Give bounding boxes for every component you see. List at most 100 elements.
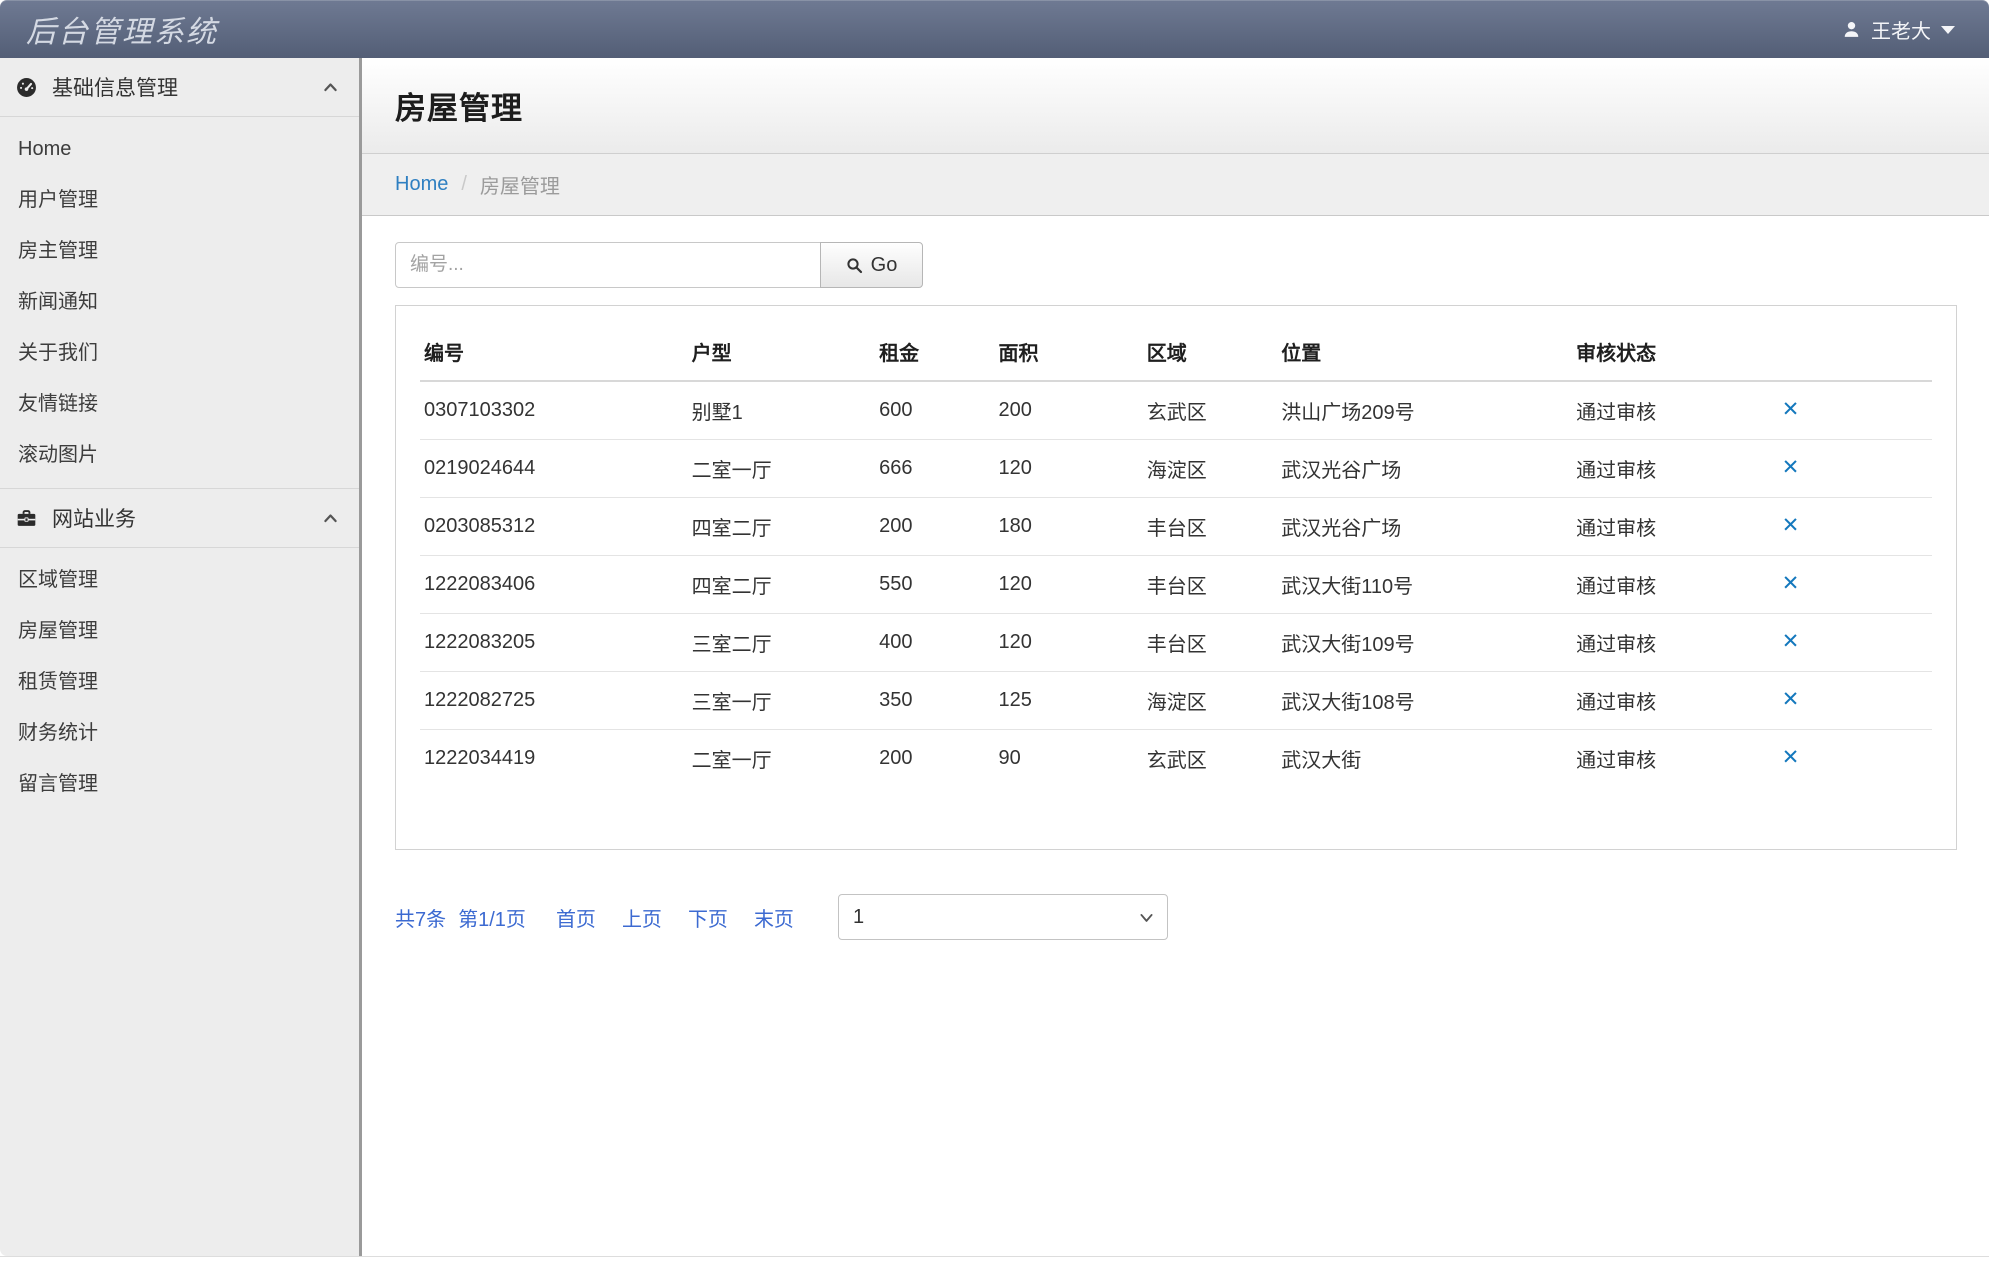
sidebar-item[interactable]: 租赁管理: [0, 657, 359, 708]
sidebar-section-label: 网站业务: [52, 503, 136, 533]
table-cell: 通过审核: [1572, 730, 1778, 788]
delete-icon[interactable]: ✕: [1782, 746, 1800, 769]
delete-icon[interactable]: ✕: [1782, 688, 1800, 711]
table-cell: 武汉光谷广场: [1277, 440, 1572, 498]
table-cell-actions: ✕: [1778, 556, 1932, 614]
table-cell: 武汉大街108号: [1277, 672, 1572, 730]
table-cell: 1222082725: [420, 672, 688, 730]
table-cell: 666: [875, 440, 994, 498]
search-go-label: Go: [871, 254, 898, 277]
table-cell: 1222083205: [420, 614, 688, 672]
breadcrumb: Home / 房屋管理: [362, 154, 1989, 216]
pagination-last-link[interactable]: 末页: [754, 903, 794, 932]
app-title: 后台管理系统: [0, 7, 218, 51]
table-cell: 二室一厅: [688, 730, 875, 788]
sidebar-item[interactable]: 房主管理: [0, 226, 359, 277]
main-content: 房屋管理 Home / 房屋管理 Go: [362, 58, 1989, 1256]
page-select-dropdown[interactable]: 1: [839, 895, 1167, 939]
delete-icon[interactable]: ✕: [1782, 630, 1800, 653]
table-cell: 0219024644: [420, 440, 688, 498]
search-input[interactable]: [395, 242, 821, 288]
delete-icon[interactable]: ✕: [1782, 572, 1800, 595]
sidebar-item[interactable]: 用户管理: [0, 175, 359, 226]
table-cell: 海淀区: [1143, 672, 1278, 730]
table-header-cell: 区域: [1143, 322, 1278, 381]
table-row: 1222034419二室一厅20090玄武区武汉大街通过审核✕: [420, 730, 1932, 788]
table-cell: 180: [995, 498, 1143, 556]
search-go-button[interactable]: Go: [820, 242, 923, 288]
table-cell: 350: [875, 672, 994, 730]
sidebar-item[interactable]: 新闻通知: [0, 277, 359, 328]
page-select: 1: [838, 894, 1168, 940]
table-header-cell: 租金: [875, 322, 994, 381]
table-cell: 二室一厅: [688, 440, 875, 498]
sidebar-item[interactable]: 友情链接: [0, 379, 359, 430]
table-cell: 200: [875, 498, 994, 556]
search-icon: [846, 257, 863, 274]
sidebar-section-header[interactable]: 基础信息管理: [0, 58, 359, 117]
sidebar-item[interactable]: 房屋管理: [0, 606, 359, 657]
table-cell: 丰台区: [1143, 498, 1278, 556]
content-area: Go 编号户型租金面积区域位置审核状态 0307103302别墅1600200玄…: [362, 216, 1989, 940]
breadcrumb-separator: /: [461, 173, 467, 196]
delete-icon[interactable]: ✕: [1782, 398, 1800, 421]
table-cell: 通过审核: [1572, 556, 1778, 614]
table-cell: 120: [995, 440, 1143, 498]
table-header-cell: 户型: [688, 322, 875, 381]
table-cell-actions: ✕: [1778, 614, 1932, 672]
table-cell: 通过审核: [1572, 381, 1778, 440]
table-header-cell: [1778, 322, 1932, 381]
table-header-row: 编号户型租金面积区域位置审核状态: [420, 322, 1932, 381]
page-header: 房屋管理: [362, 58, 1989, 154]
search-bar: Go: [395, 242, 1963, 288]
table-header-cell: 面积: [995, 322, 1143, 381]
table-cell: 通过审核: [1572, 440, 1778, 498]
sidebar-item[interactable]: 关于我们: [0, 328, 359, 379]
pagination-page-info: 第1/1页: [458, 903, 526, 932]
delete-icon[interactable]: ✕: [1782, 514, 1800, 537]
user-menu[interactable]: 王老大: [1842, 15, 1989, 44]
houses-table: 编号户型租金面积区域位置审核状态 0307103302别墅1600200玄武区洪…: [420, 322, 1932, 787]
table-row: 1222082725三室一厅350125海淀区武汉大街108号通过审核✕: [420, 672, 1932, 730]
table-cell-actions: ✕: [1778, 498, 1932, 556]
sidebar-item[interactable]: 财务统计: [0, 708, 359, 759]
table-cell: 洪山广场209号: [1277, 381, 1572, 440]
pagination-prev-link[interactable]: 上页: [622, 903, 662, 932]
table-cell: 400: [875, 614, 994, 672]
table-header-cell: 编号: [420, 322, 688, 381]
table-header-cell: 位置: [1277, 322, 1572, 381]
table-cell: 武汉大街: [1277, 730, 1572, 788]
sidebar-item[interactable]: 留言管理: [0, 759, 359, 810]
delete-icon[interactable]: ✕: [1782, 456, 1800, 479]
table-cell-actions: ✕: [1778, 672, 1932, 730]
pagination-total: 共7条: [395, 903, 446, 932]
sidebar-item[interactable]: 滚动图片: [0, 430, 359, 481]
breadcrumb-home-link[interactable]: Home: [395, 173, 448, 196]
chevron-up-icon: [322, 510, 339, 527]
pagination-first-link[interactable]: 首页: [556, 903, 596, 932]
top-navbar: 后台管理系统 王老大: [0, 0, 1989, 58]
table-cell: 通过审核: [1572, 672, 1778, 730]
table-row: 1222083205三室二厅400120丰台区武汉大街109号通过审核✕: [420, 614, 1932, 672]
table-cell: 1222083406: [420, 556, 688, 614]
chevron-up-icon: [322, 79, 339, 96]
table-cell: 海淀区: [1143, 440, 1278, 498]
app-window: 后台管理系统 王老大 基础信息管理Home用户管理房主管理新闻通知关于我们友情链…: [0, 0, 1989, 1264]
main-layout: 基础信息管理Home用户管理房主管理新闻通知关于我们友情链接滚动图片网站业务区域…: [0, 58, 1989, 1257]
sidebar-item[interactable]: Home: [0, 124, 359, 175]
sidebar-item[interactable]: 区域管理: [0, 555, 359, 606]
sidebar-section-header[interactable]: 网站业务: [0, 488, 359, 548]
table-panel: 编号户型租金面积区域位置审核状态 0307103302别墅1600200玄武区洪…: [395, 305, 1957, 850]
table-cell-actions: ✕: [1778, 730, 1932, 788]
table-cell: 丰台区: [1143, 614, 1278, 672]
table-cell: 武汉大街110号: [1277, 556, 1572, 614]
table-cell: 200: [875, 730, 994, 788]
sidebar-menu: Home用户管理房主管理新闻通知关于我们友情链接滚动图片: [0, 117, 359, 488]
table-cell: 通过审核: [1572, 498, 1778, 556]
table-cell: 别墅1: [688, 381, 875, 440]
pagination-next-link[interactable]: 下页: [688, 903, 728, 932]
table-cell: 200: [995, 381, 1143, 440]
table-cell: 0307103302: [420, 381, 688, 440]
dashboard-icon: [16, 77, 37, 98]
table-cell: 三室二厅: [688, 614, 875, 672]
